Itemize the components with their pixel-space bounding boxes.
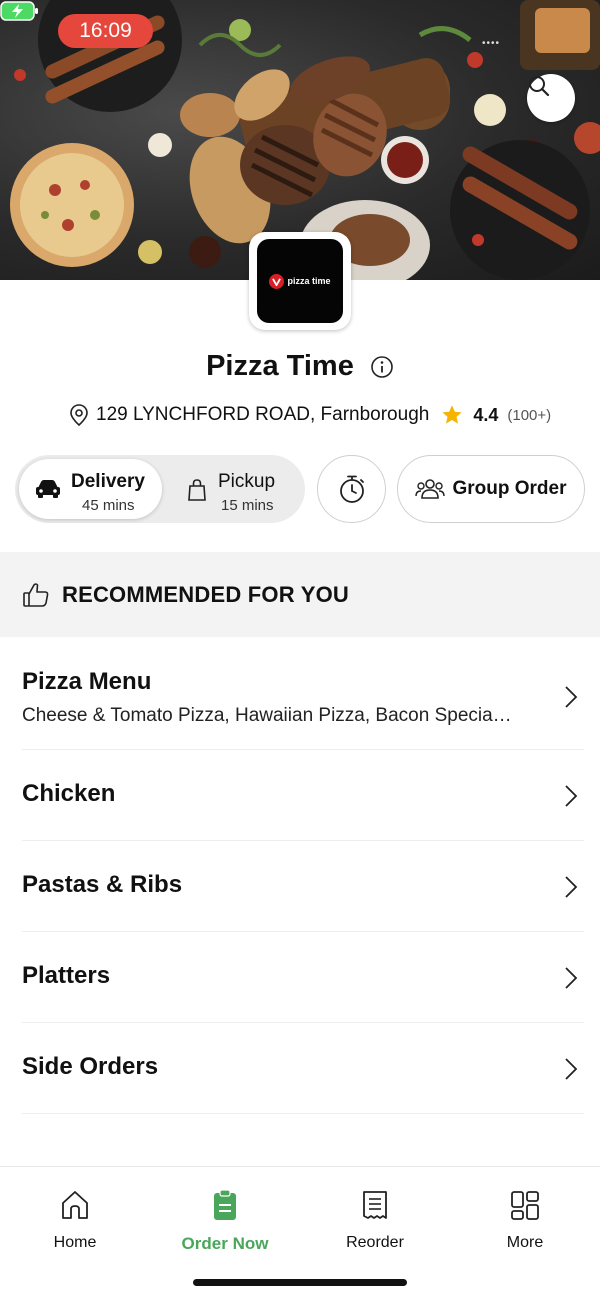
order-mode-toggle: Delivery 45 mins Pickup 15 mins — [15, 455, 305, 523]
group-order-button[interactable]: Group Order — [397, 455, 585, 523]
menu-category-pastas-ribs[interactable]: Pastas & Ribs — [22, 841, 584, 932]
search-button[interactable] — [527, 74, 575, 122]
chevron-right-icon — [565, 785, 578, 807]
group-icon — [415, 479, 446, 499]
store-title: Pizza Time — [0, 350, 600, 383]
chevron-right-icon — [565, 876, 578, 898]
menu-category-title: Platters — [22, 962, 111, 989]
delivery-time: 45 mins — [82, 497, 135, 514]
car-icon — [36, 480, 60, 498]
menu-category-side-orders[interactable]: Side Orders — [22, 1023, 584, 1114]
menu-category-chicken[interactable]: Chicken — [22, 750, 584, 841]
battery-icon — [0, 1, 38, 21]
store-name: Pizza Time — [206, 350, 354, 382]
menu-category-list: Pizza Menu Cheese & Tomato Pizza, Hawaii… — [0, 637, 600, 1114]
timer-icon — [339, 475, 364, 503]
menu-category-title: Side Orders — [22, 1053, 159, 1080]
tab-order-now[interactable]: Order Now — [150, 1189, 300, 1254]
delivery-label: Delivery — [71, 471, 145, 492]
thumbs-up-icon — [23, 582, 49, 607]
tab-home[interactable]: Home — [0, 1189, 150, 1252]
menu-category-title: Chicken — [22, 780, 116, 807]
info-icon[interactable] — [370, 355, 394, 379]
tab-more-label: More — [506, 1234, 544, 1251]
logo-mark-icon — [269, 273, 285, 289]
home-indicator[interactable] — [193, 1279, 407, 1286]
schedule-button[interactable] — [317, 455, 386, 523]
menu-category-platters[interactable]: Platters — [22, 932, 584, 1023]
store-address: 129 LYNCHFORD ROAD, Farnborough — [96, 404, 430, 425]
tab-home-label: Home — [53, 1234, 97, 1251]
home-icon — [62, 1191, 88, 1219]
location-pin-icon — [70, 404, 88, 427]
chevron-right-icon — [565, 1058, 578, 1080]
chevron-right-icon — [565, 967, 578, 989]
order-now-icon — [214, 1189, 236, 1220]
tab-order-now-label: Order Now — [181, 1234, 269, 1253]
menu-category-title: Pastas & Ribs — [22, 871, 183, 898]
delivery-option[interactable]: Delivery 45 mins — [19, 459, 162, 519]
pickup-time: 15 mins — [221, 497, 274, 514]
receipt-icon — [363, 1191, 387, 1219]
status-time: 16:09 — [58, 14, 153, 48]
store-rating: 4.4 — [473, 404, 499, 425]
bag-icon — [188, 479, 206, 501]
logo-text: pizza time — [287, 276, 331, 286]
menu-category-pizza-menu[interactable]: Pizza Menu Cheese & Tomato Pizza, Hawaii… — [22, 637, 584, 750]
recommended-label: RECOMMENDED FOR YOU — [62, 581, 349, 607]
store-logo: pizza time — [249, 232, 351, 330]
pickup-option[interactable]: Pickup 15 mins — [165, 459, 301, 519]
grid-icon — [511, 1191, 539, 1220]
menu-category-title: Pizza Menu — [22, 668, 152, 695]
signal-dots: •••• — [482, 38, 501, 49]
rating-count: (100+) — [507, 406, 552, 424]
tab-more[interactable]: More — [450, 1189, 600, 1252]
address-row: 129 LYNCHFORD ROAD, Farnborough 4.4 (100… — [68, 401, 551, 429]
menu-category-description: Cheese & Tomato Pizza, Hawaiian Pizza, B… — [22, 705, 512, 726]
tab-reorder-label: Reorder — [346, 1234, 404, 1251]
star-icon — [442, 405, 462, 424]
chevron-right-icon — [565, 686, 578, 708]
pickup-label: Pickup — [218, 471, 276, 492]
tab-reorder[interactable]: Reorder — [300, 1189, 450, 1252]
search-icon — [529, 76, 550, 97]
group-order-label: Group Order — [452, 478, 567, 499]
recommended-section-header[interactable]: RECOMMENDED FOR YOU — [0, 552, 600, 637]
